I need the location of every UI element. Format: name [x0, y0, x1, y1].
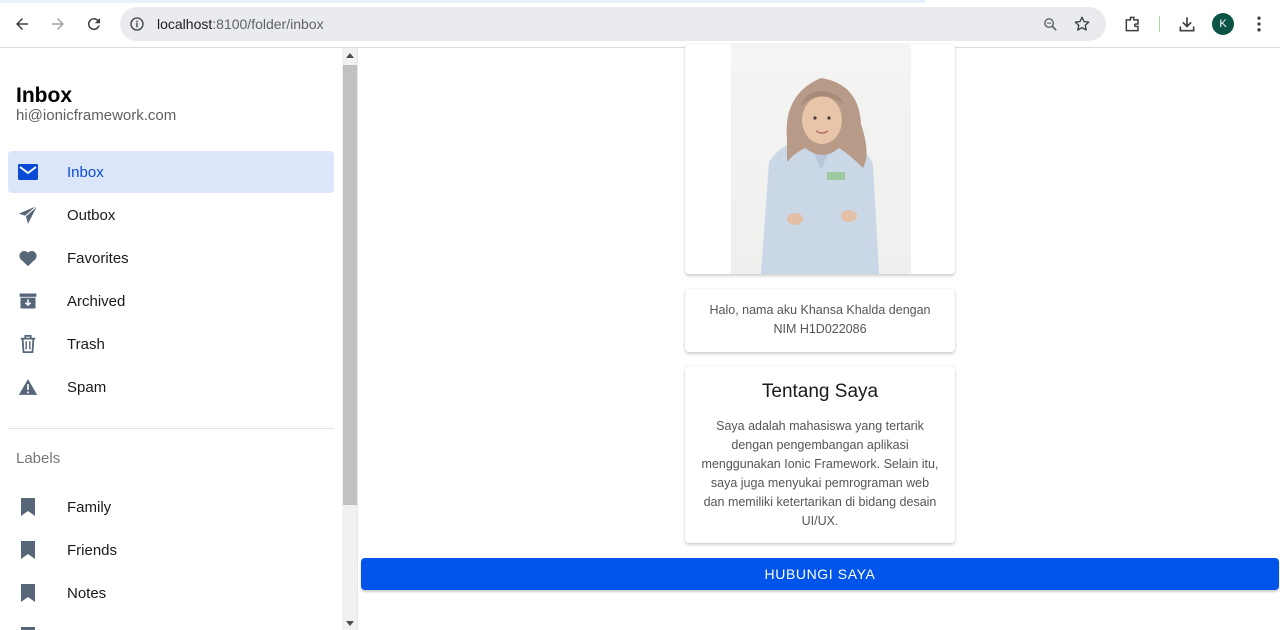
reload-icon [87, 18, 100, 31]
menu-item-favorites[interactable]: Favorites [8, 237, 334, 279]
downloads-icon[interactable] [1175, 12, 1199, 36]
archive-icon [17, 290, 39, 312]
address-bar[interactable]: localhost:8100/folder/inbox [120, 7, 1106, 41]
label-item-label: Friends [67, 541, 118, 559]
about-body: Saya adalah mahasiswa yang tertarik deng… [701, 419, 939, 528]
bookmark-icon [17, 582, 39, 604]
menu-item-archived[interactable]: Archived [8, 280, 334, 322]
label-item-family[interactable]: Family [8, 486, 334, 528]
paper-plane-icon [17, 204, 39, 226]
menu-item-label: Outbox [67, 206, 116, 224]
heart-icon [17, 247, 39, 269]
bookmark-icon [17, 625, 39, 630]
menu-item-label: Archived [67, 292, 126, 310]
label-item-friends[interactable]: Friends [8, 529, 334, 571]
profile-photo [731, 44, 911, 274]
trash-icon [17, 333, 39, 355]
bookmark-icon [17, 539, 39, 561]
sidebar-scrollbar[interactable] [342, 48, 358, 630]
contact-button[interactable]: HUBUNGI SAYA [361, 558, 1279, 590]
menu-title: Inbox [16, 84, 72, 107]
warning-icon [17, 376, 39, 398]
profile-photo-card [685, 44, 955, 274]
scrollbar-thumb[interactable] [343, 65, 357, 505]
menu-subtitle: hi@ionicframework.com [16, 107, 177, 124]
menu-item-trash[interactable]: Trash [8, 323, 334, 365]
bookmark-star-icon[interactable] [1073, 15, 1091, 33]
toolbar-divider [1159, 16, 1160, 32]
label-item-label: Notes [67, 584, 107, 602]
side-menu: Inbox hi@ionicframework.com Inbox Outbox… [0, 48, 342, 630]
extensions-icon[interactable] [1121, 12, 1145, 36]
menu-divider [8, 428, 334, 429]
bookmark-icon [17, 496, 39, 518]
label-item-label: Family [67, 498, 112, 516]
zoom-icon[interactable] [1041, 15, 1059, 33]
arrow-left-icon [16, 18, 28, 30]
scroll-down-icon[interactable] [346, 621, 354, 626]
browser-toolbar: localhost:8100/folder/inbox K [0, 0, 1280, 48]
more-menu-icon[interactable] [1247, 12, 1271, 36]
menu-item-label: Favorites [67, 249, 129, 267]
about-title: Tentang Saya [761, 381, 879, 402]
back-button[interactable] [8, 10, 36, 38]
menu-item-inbox[interactable]: Inbox [8, 151, 334, 193]
menu-item-label: Inbox [67, 163, 104, 181]
mail-icon [17, 161, 39, 183]
reload-button[interactable] [80, 10, 108, 38]
site-info-icon[interactable] [128, 15, 146, 33]
profile-avatar[interactable]: K [1212, 13, 1234, 35]
tab-strip-edge [0, 0, 925, 3]
label-item-notes[interactable]: Notes [8, 572, 334, 614]
main-content: Halo, nama aku Khansa Khalda dengan NIM … [359, 44, 1280, 630]
greeting-text: Halo, nama aku Khansa Khalda dengan NIM … [709, 303, 931, 336]
url-text[interactable]: localhost:8100/folder/inbox [157, 16, 324, 32]
scroll-up-icon[interactable] [346, 53, 354, 58]
greeting-card: Halo, nama aku Khansa Khalda dengan NIM … [685, 289, 955, 352]
menu-item-label: Trash [67, 335, 105, 353]
arrow-right-icon [52, 18, 64, 30]
menu-item-spam[interactable]: Spam [8, 366, 334, 408]
labels-header: Labels [16, 450, 61, 467]
label-item-partial[interactable] [8, 615, 334, 630]
menu-item-outbox[interactable]: Outbox [8, 194, 334, 236]
about-card: Tentang Saya Saya adalah mahasiswa yang … [685, 366, 955, 543]
menu-item-label: Spam [67, 378, 107, 396]
forward-button[interactable] [44, 10, 72, 38]
